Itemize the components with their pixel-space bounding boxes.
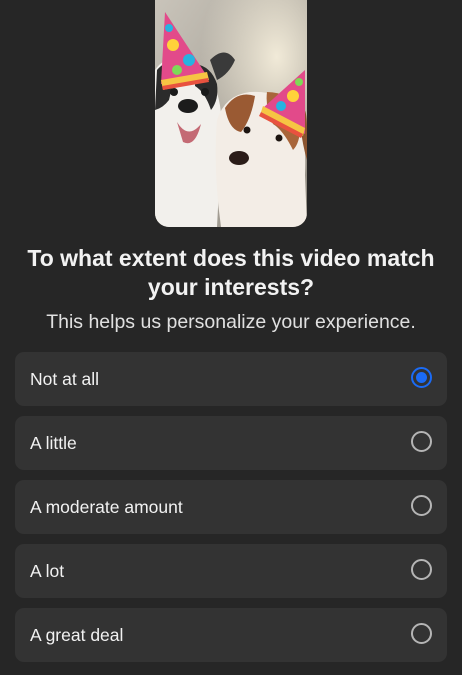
- option-a-moderate-amount[interactable]: A moderate amount: [15, 480, 447, 534]
- answer-options: Not at all A little A moderate amount A …: [15, 352, 447, 672]
- option-label: A lot: [30, 561, 65, 581]
- option-a-little[interactable]: A little: [15, 416, 447, 470]
- radio-unselected-icon[interactable]: [411, 623, 432, 644]
- question-subtitle: This helps us personalize your experienc…: [46, 311, 416, 333]
- option-not-at-all[interactable]: Not at all: [15, 352, 447, 406]
- question-title: To what extent does this video match you…: [27, 245, 435, 300]
- option-a-lot[interactable]: A lot: [15, 544, 447, 598]
- video-thumbnail[interactable]: [155, 0, 307, 227]
- option-label: A little: [30, 433, 77, 453]
- option-a-great-deal[interactable]: A great deal: [15, 608, 447, 662]
- radio-unselected-icon[interactable]: [411, 495, 432, 516]
- option-label: A great deal: [30, 625, 124, 645]
- radio-unselected-icon[interactable]: [411, 431, 432, 452]
- dogs-party-hats-image: [155, 0, 307, 227]
- radio-selected-icon[interactable]: [411, 367, 432, 388]
- option-label: Not at all: [30, 369, 100, 389]
- option-label: A moderate amount: [30, 497, 183, 517]
- radio-unselected-icon[interactable]: [411, 559, 432, 580]
